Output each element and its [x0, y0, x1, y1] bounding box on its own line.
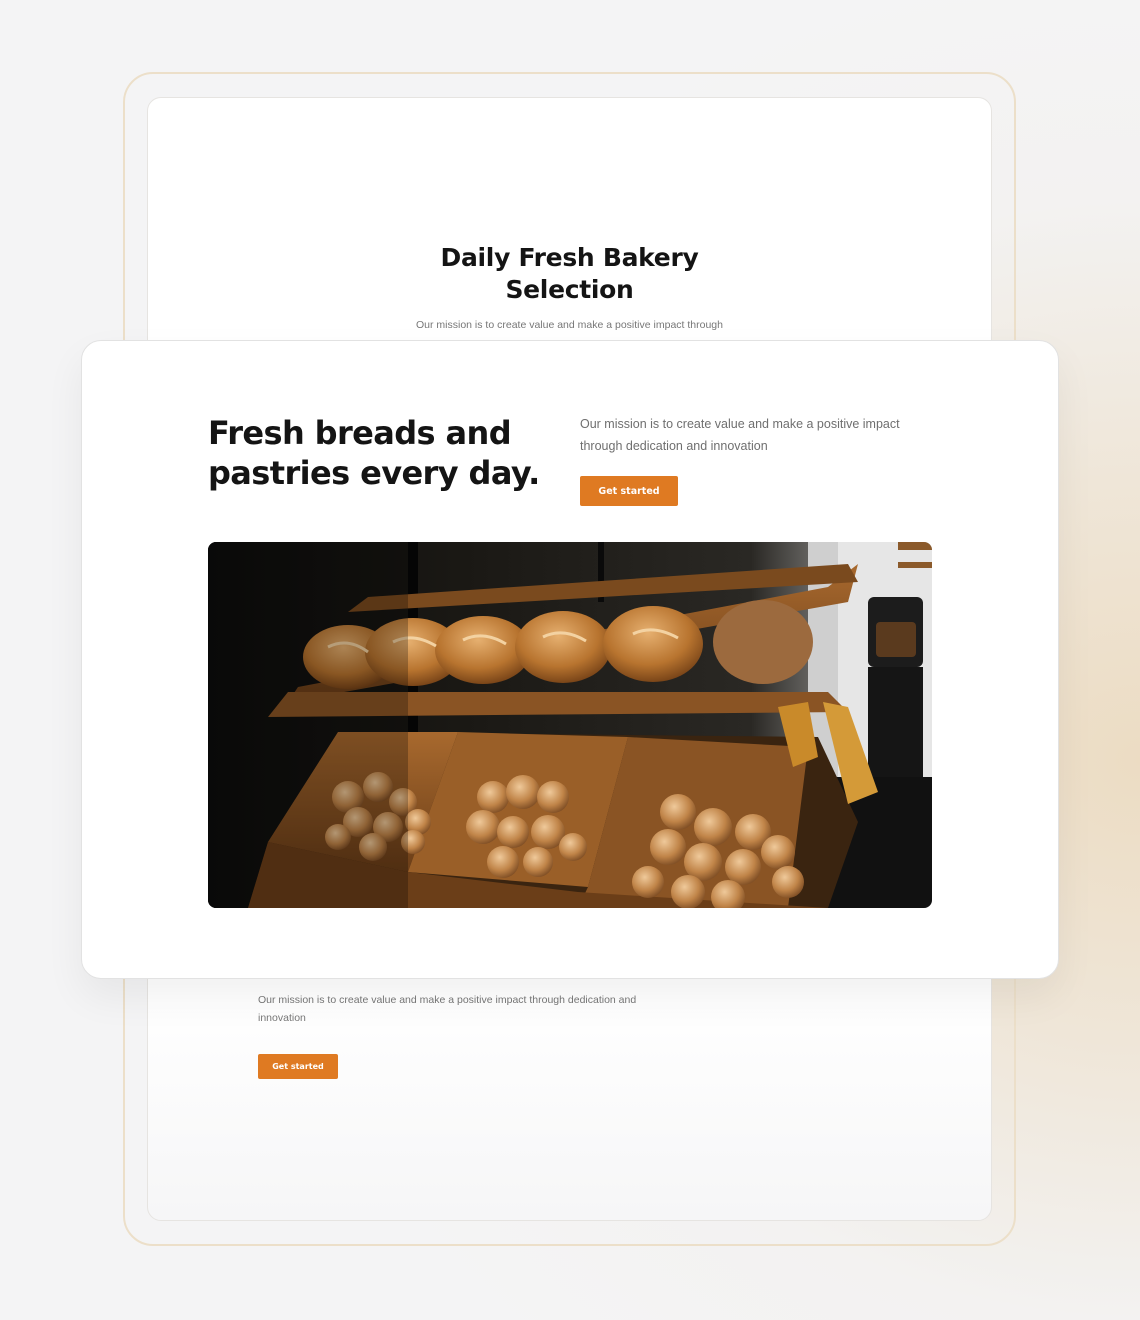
- hero-heading-line-1: Fresh breads and: [208, 414, 512, 452]
- back-title-line-1: Daily Fresh Bakery: [440, 243, 699, 272]
- back-page-description: Our mission is to create value and make …: [258, 994, 637, 1024]
- back-page-title: Daily Fresh Bakery Selection: [148, 242, 991, 306]
- back-page-subtitle: Our mission is to create value and make …: [416, 319, 723, 331]
- hero-heading: Fresh breads and pastries every day.: [208, 413, 568, 493]
- hero-card: Fresh breads and pastries every day. Our…: [81, 340, 1059, 979]
- bread-display-image: [208, 542, 932, 908]
- hero-description: Our mission is to create value and make …: [580, 417, 900, 453]
- back-get-started-button[interactable]: Get started: [258, 1054, 338, 1079]
- get-started-button[interactable]: Get started: [580, 476, 678, 506]
- bread-display-illustration: [208, 542, 932, 908]
- back-title-line-2: Selection: [505, 275, 634, 304]
- hero-heading-line-2: pastries every day.: [208, 454, 540, 492]
